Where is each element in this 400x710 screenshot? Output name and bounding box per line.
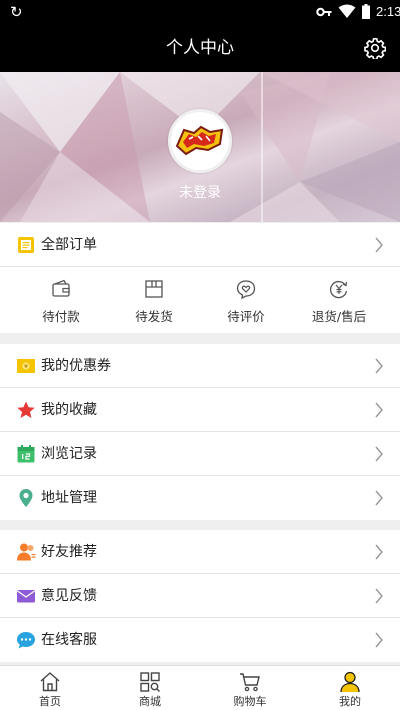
chevron-right-icon	[375, 358, 383, 374]
calendar-icon	[17, 445, 35, 463]
profile-banner: 未登录	[0, 72, 400, 222]
tab-label: 购物车	[233, 695, 267, 708]
gear-icon[interactable]	[364, 37, 386, 59]
grid-search-icon	[140, 672, 160, 692]
bottom-tab-bar: 首页 商城 购物车 我的	[0, 665, 400, 710]
wallet-icon	[52, 279, 70, 297]
tab-mall[interactable]: 商城	[100, 666, 200, 710]
mail-icon	[17, 590, 35, 603]
heart-chat-icon	[236, 280, 256, 299]
cart-icon	[240, 673, 260, 692]
menu-item-coupons[interactable]: 我的优惠券	[0, 344, 400, 388]
order-status-pending-shipment[interactable]: 待发货	[104, 267, 204, 333]
tab-label: 首页	[39, 695, 61, 708]
all-orders-label: 全部订单	[41, 237, 97, 253]
menu-item-address[interactable]: 地址管理	[0, 476, 400, 520]
menu-group-2: 好友推荐 意见反馈 在线客服	[0, 530, 400, 662]
status-bar: ↻ 2:13	[0, 0, 400, 24]
refresh-icon: ↻	[10, 3, 23, 21]
menu-item-feedback[interactable]: 意见反馈	[0, 574, 400, 618]
menu-label: 浏览记录	[41, 446, 97, 462]
menu-group-1: 我的优惠券 我的收藏 浏览记录 地址管理	[0, 344, 400, 520]
orders-card: 全部订单 待付款 待发货 待评价 退货/售后	[0, 223, 400, 333]
order-status-label: 待付款	[42, 309, 80, 324]
order-status-bar: 待付款 待发货 待评价 退货/售后	[0, 267, 400, 333]
avatar[interactable]	[168, 109, 232, 173]
key-icon	[316, 7, 332, 17]
chevron-right-icon	[375, 588, 383, 604]
tab-cart[interactable]: 购物车	[200, 666, 300, 710]
friends-icon	[17, 543, 36, 561]
tab-label: 商城	[139, 695, 161, 708]
user-icon	[340, 671, 360, 693]
tab-home[interactable]: 首页	[0, 666, 100, 710]
location-pin-icon	[19, 489, 33, 507]
order-status-label: 待评价	[227, 309, 265, 324]
order-status-label: 待发货	[135, 309, 173, 324]
chevron-right-icon	[375, 446, 383, 462]
menu-item-favorites[interactable]: 我的收藏	[0, 388, 400, 432]
login-status[interactable]: 未登录	[0, 182, 400, 202]
menu-label: 我的收藏	[41, 402, 97, 418]
order-list-icon	[18, 237, 34, 253]
menu-label: 在线客服	[41, 632, 97, 648]
order-status-pending-review[interactable]: 待评价	[196, 267, 296, 333]
chevron-right-icon	[375, 632, 383, 648]
coupon-icon	[17, 359, 35, 373]
title-bar: 个人中心	[0, 24, 400, 72]
menu-label: 好友推荐	[41, 544, 97, 560]
tab-mine[interactable]: 我的	[300, 666, 400, 710]
order-status-pending-payment[interactable]: 待付款	[11, 267, 111, 333]
all-orders-row[interactable]: 全部订单	[0, 223, 400, 267]
menu-item-support[interactable]: 在线客服	[0, 618, 400, 662]
chevron-right-icon	[375, 490, 383, 506]
battery-icon	[362, 4, 370, 19]
page-title: 个人中心	[166, 38, 234, 58]
star-icon	[17, 401, 35, 418]
home-icon	[40, 672, 60, 692]
menu-label: 我的优惠券	[41, 358, 111, 374]
order-status-label: 退货/售后	[311, 309, 367, 324]
menu-item-history[interactable]: 浏览记录	[0, 432, 400, 476]
menu-label: 意见反馈	[41, 588, 97, 604]
box-icon	[145, 280, 163, 298]
order-status-refund[interactable]: 退货/售后	[289, 267, 389, 333]
chevron-right-icon	[375, 402, 383, 418]
menu-item-recommend[interactable]: 好友推荐	[0, 530, 400, 574]
tab-label: 我的	[339, 695, 361, 708]
wifi-icon	[338, 4, 356, 18]
menu-label: 地址管理	[41, 490, 97, 506]
refund-icon	[329, 281, 348, 299]
chevron-right-icon	[375, 237, 383, 253]
logo	[175, 125, 224, 156]
chevron-right-icon	[375, 544, 383, 560]
status-time: 2:13	[376, 4, 400, 19]
chat-icon	[17, 632, 35, 649]
